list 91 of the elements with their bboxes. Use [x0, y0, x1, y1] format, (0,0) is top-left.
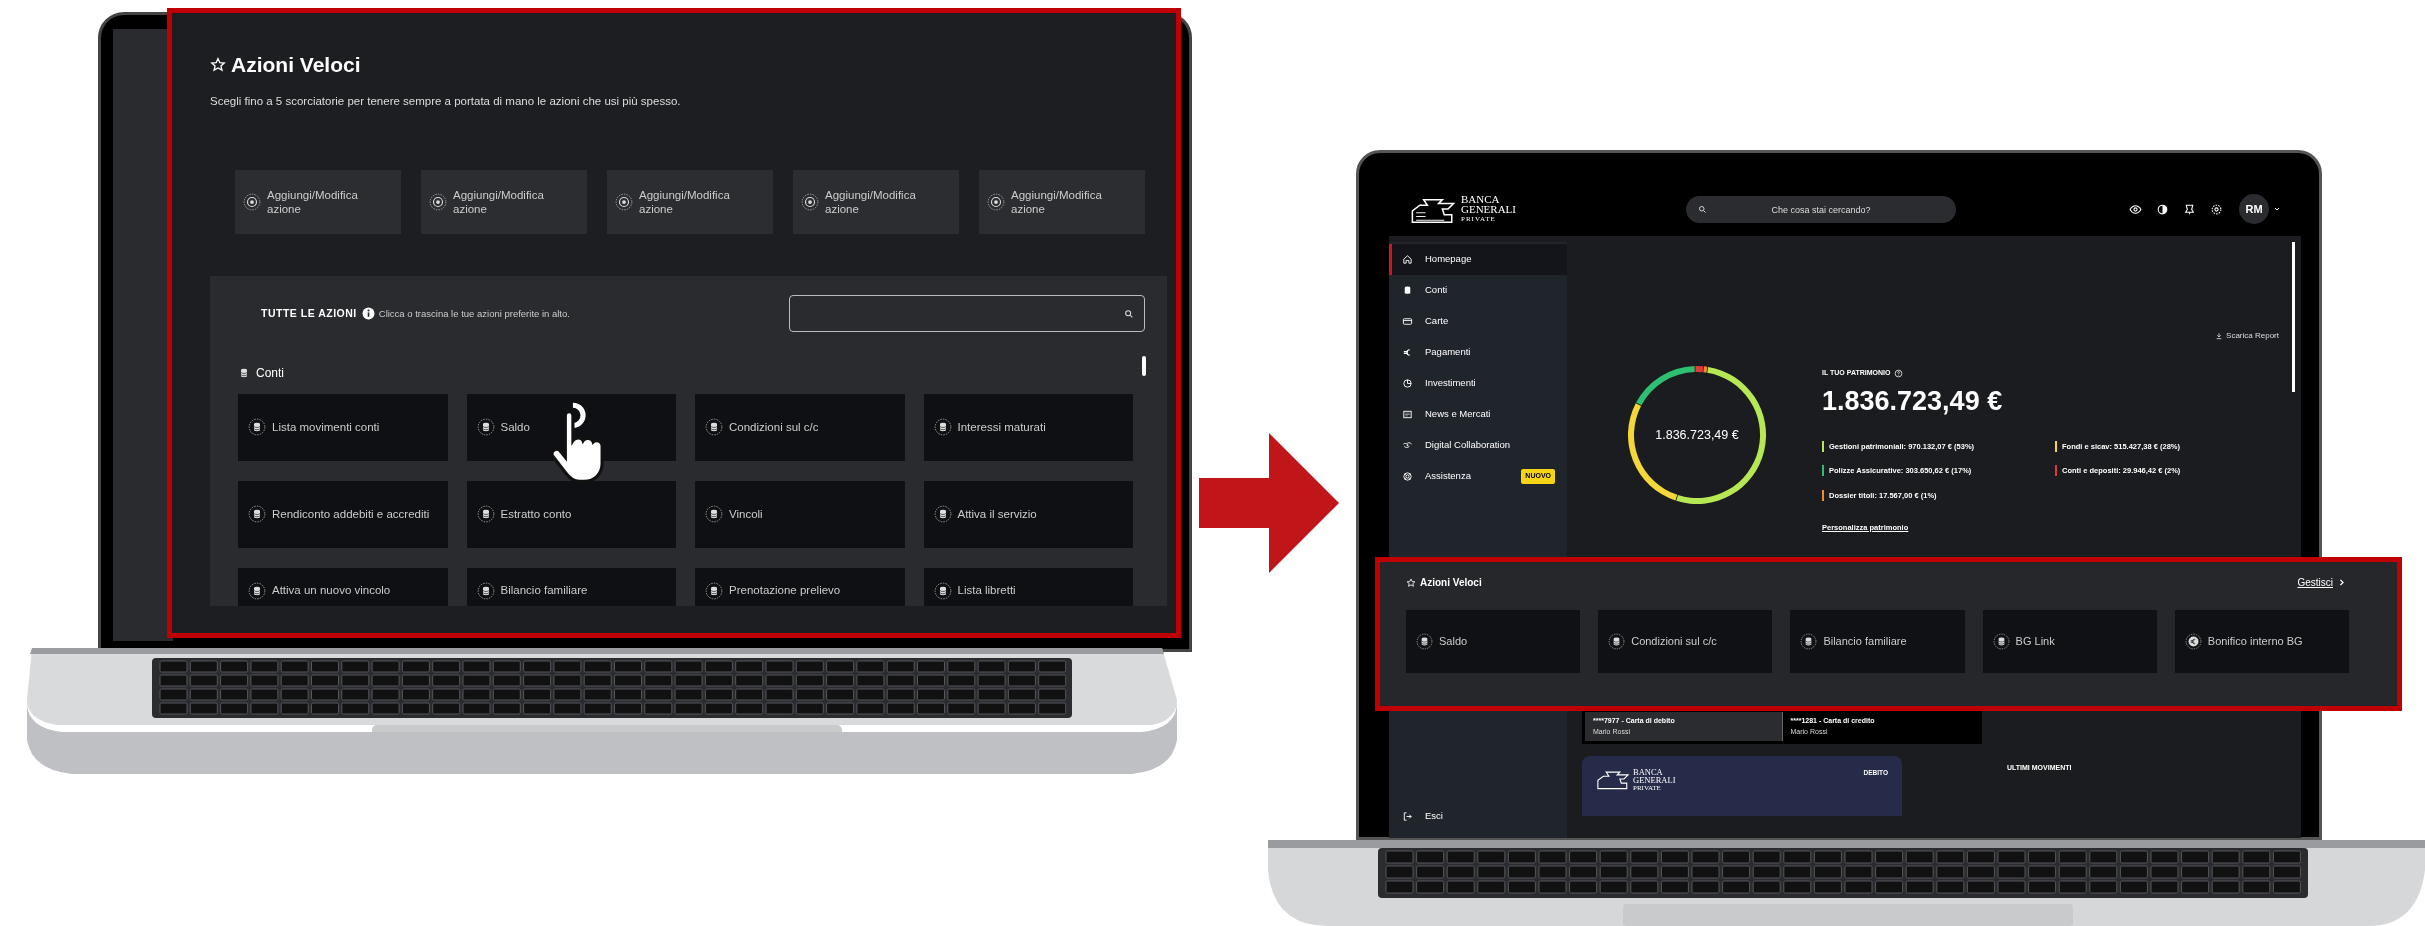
action-tile[interactable]: Condizioni sul c/c — [695, 393, 905, 461]
manage-link[interactable]: Gestisci — [2297, 575, 2346, 590]
action-tile[interactable]: Interessi maturati — [923, 393, 1133, 461]
donut-center-value: 1.836.723,49 € — [1655, 426, 1739, 444]
action-tile[interactable]: Saldo — [1406, 610, 1581, 673]
contrast-icon[interactable] — [2156, 202, 2169, 216]
search-field[interactable] — [789, 295, 1145, 333]
database-icon — [933, 418, 952, 437]
database-icon — [1800, 633, 1818, 650]
database-icon — [1992, 633, 2010, 650]
database-icon — [1608, 633, 1626, 650]
scroll-thumb[interactable] — [2292, 242, 2295, 392]
lifebuoy-icon — [1402, 471, 1413, 482]
add-action-slot[interactable]: Aggiungi/Modifica azione — [421, 169, 587, 234]
logout-icon — [1402, 810, 1413, 822]
wealth-total: 1.836.723,49 € — [1822, 384, 2004, 418]
chevron-right-icon — [2337, 578, 2346, 587]
database-icon — [1402, 285, 1413, 296]
action-tile[interactable]: Lista libretti — [923, 567, 1133, 606]
database-icon — [476, 581, 495, 600]
panel-title: Azioni Veloci — [1420, 576, 1482, 590]
star-icon — [210, 56, 226, 73]
action-tile[interactable]: Condizioni sul c/c — [1598, 610, 1773, 673]
database-icon — [933, 505, 952, 524]
action-tile[interactable]: Bilancio familiare — [466, 567, 676, 606]
action-tile[interactable]: Attiva il servizio — [923, 480, 1133, 548]
logout-button[interactable]: Esci — [1389, 804, 1567, 828]
handshake-icon — [1402, 440, 1413, 451]
logo-text: GENERALI — [1633, 776, 1676, 784]
action-tile[interactable]: Bilancio familiare — [1790, 610, 1965, 673]
database-icon — [248, 505, 266, 524]
database-icon — [238, 366, 250, 379]
add-action-slot[interactable]: Aggiungi/Modifica azione — [607, 169, 773, 234]
action-tile[interactable]: Vincoli — [695, 480, 905, 548]
info-icon — [361, 307, 375, 321]
star-icon — [1406, 577, 1416, 588]
action-tile[interactable]: Lista movimenti conti — [238, 393, 448, 461]
database-icon — [705, 505, 723, 524]
action-tile[interactable]: Rendiconto addebiti e accrediti — [238, 480, 448, 548]
database-icon — [476, 505, 495, 524]
database-icon — [248, 581, 266, 600]
logo-text: BANCA — [1633, 768, 1664, 776]
sidebar-item[interactable]: Homepage — [1389, 244, 1567, 275]
search-field[interactable]: Che cosa stai cercando? — [1686, 196, 1956, 223]
scroll-thumb[interactable] — [1142, 355, 1146, 376]
database-icon — [705, 581, 723, 600]
newspaper-icon — [1402, 409, 1413, 420]
action-tile[interactable]: BG Link — [1982, 610, 2157, 673]
database-icon — [248, 418, 266, 437]
logo-text: BANCA — [1461, 194, 1501, 204]
target-icon — [243, 192, 261, 211]
database-icon — [705, 418, 723, 437]
add-action-slot[interactable]: Aggiungi/Modifica azione — [793, 169, 959, 234]
sidebar-item[interactable]: Conti — [1389, 275, 1567, 306]
target-icon — [987, 192, 1005, 211]
action-tile[interactable]: Attiva un nuovo vincolo — [238, 567, 448, 606]
download-icon — [2215, 332, 2224, 340]
hint-text: Clicca o trascina le tue azioni preferite in alto. — [378, 306, 570, 321]
target-icon — [429, 192, 447, 211]
home-icon — [1402, 254, 1413, 265]
eye-icon[interactable] — [2129, 202, 2142, 216]
database-icon — [1416, 633, 1433, 650]
panel-subtitle: Scegli fino a 5 scorciatorie per tenere sempre a portata di mano le azioni che usi più spesso. — [210, 93, 682, 109]
search-icon — [1124, 308, 1134, 319]
sidebar-item[interactable]: News e Mercati — [1389, 399, 1567, 430]
action-tile[interactable]: Bonifico interno BG — [2174, 610, 2349, 673]
sidebar-item[interactable]: Digital Collaboration — [1389, 430, 1567, 461]
search-icon — [1698, 204, 1707, 214]
action-tile[interactable]: Prenotazione prelievo — [695, 567, 905, 606]
target-icon — [801, 192, 819, 211]
sidebar-item[interactable]: Carte — [1389, 306, 1567, 337]
sidebar-item[interactable]: Investimenti — [1389, 368, 1567, 399]
group-title: Conti — [256, 364, 284, 382]
pie-chart-icon — [1402, 378, 1413, 389]
add-action-slot[interactable]: Aggiungi/Modifica azione — [979, 169, 1145, 234]
arrow-icon — [1199, 433, 1339, 573]
panel-title: Azioni Veloci — [231, 52, 361, 78]
user-avatar[interactable]: RM — [2239, 194, 2269, 224]
card-icon — [1402, 316, 1413, 327]
database-icon — [933, 581, 952, 600]
pin-icon[interactable] — [2183, 202, 2196, 216]
add-action-slot[interactable]: Aggiungi/Modifica azione — [235, 169, 401, 234]
settings-icon[interactable] — [2210, 202, 2223, 216]
target-icon — [615, 192, 633, 211]
logo-text: GENERALI — [1461, 204, 1516, 214]
download-report-link[interactable]: Scarica Report — [2215, 330, 2279, 342]
action-tile[interactable]: Estratto conto — [466, 480, 676, 548]
section-title: TUTTE LE AZIONI — [261, 305, 357, 321]
chevron-down-icon[interactable] — [2273, 205, 2281, 213]
sidebar-item[interactable]: Pagamenti — [1389, 337, 1567, 368]
lion-logo-icon — [1596, 768, 1630, 790]
